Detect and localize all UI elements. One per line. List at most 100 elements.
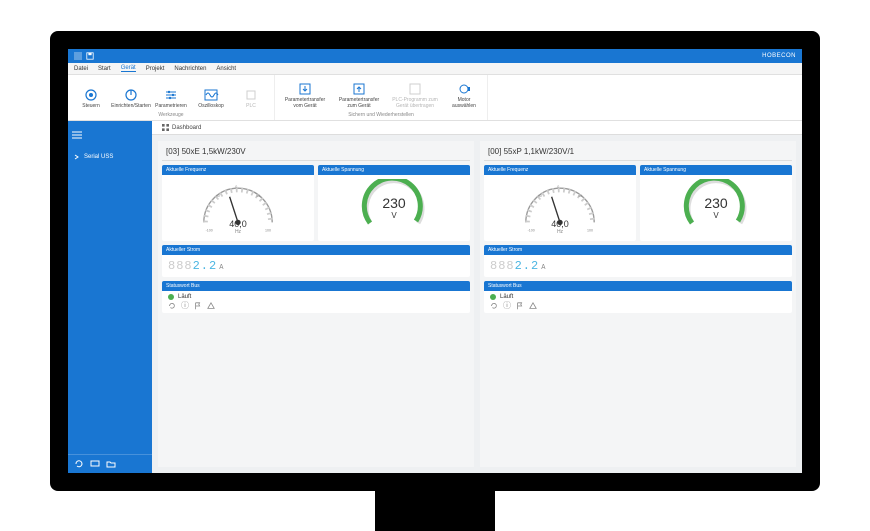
info-icon: ⓘ <box>181 302 189 310</box>
main: Dashboard [03] 50xE 1,5kW/230V Aktuelle … <box>152 121 802 473</box>
current-card: Aktueller Strom 8882.2A <box>484 245 792 277</box>
voltage-card: Aktuelle Spannung 230 <box>318 165 470 241</box>
svg-text:0: 0 <box>235 185 237 189</box>
card-header: Aktueller Strom <box>484 245 792 255</box>
voltage-card: Aktuelle Spannung 230 <box>640 165 792 241</box>
tabbar: Dashboard <box>152 121 802 135</box>
einrichten-button[interactable]: Einrichten/Starten <box>112 85 150 112</box>
warning-icon <box>207 302 215 310</box>
motor-icon <box>456 81 472 97</box>
svg-text:-100: -100 <box>528 228 535 232</box>
folder-icon[interactable] <box>106 459 116 469</box>
titlebar-left <box>74 52 94 60</box>
power-icon <box>123 87 139 103</box>
frequency-gauge: -100 100 0 -40 40 40,0 Hz <box>193 179 283 237</box>
status-icons: ⓘ <box>168 302 215 310</box>
titlebar: HOBECON <box>68 49 802 63</box>
menu-ansicht[interactable]: Ansicht <box>216 66 236 72</box>
menu-geraet[interactable]: Gerät <box>121 65 136 72</box>
warning-icon <box>529 302 537 310</box>
frequency-value: 40,0 <box>551 219 569 229</box>
motor-select-button[interactable]: Motor auswählen <box>445 79 483 111</box>
svg-text:-100: -100 <box>206 228 213 232</box>
current-display: 8882.2A <box>168 259 224 273</box>
card-header: Aktuelle Frequenz <box>484 165 636 175</box>
frequency-card: Aktuelle Frequenz -100 <box>484 165 636 241</box>
tab-label: Dashboard <box>172 125 201 131</box>
grid-icon <box>162 124 169 131</box>
card-header: Statuswort Bus <box>162 281 470 291</box>
current-card: Aktueller Strom 8882.2A <box>162 245 470 277</box>
frequency-unit: Hz <box>229 229 247 235</box>
svg-text:40: 40 <box>256 194 260 198</box>
menu-projekt[interactable]: Projekt <box>146 66 165 72</box>
parametrieren-button[interactable]: Parametrieren <box>152 85 190 112</box>
upload-icon <box>351 81 367 97</box>
tab-dashboard[interactable]: Dashboard <box>156 124 207 131</box>
plc-to-device-button[interactable]: PLC-Programm zum Gerät übertragen <box>387 79 443 111</box>
menu-icon[interactable] <box>72 131 82 139</box>
voltage-gauge: 230 V <box>676 179 756 235</box>
menu-nachrichten[interactable]: Nachrichten <box>174 66 206 72</box>
info-icon: ⓘ <box>503 302 511 310</box>
flag-icon <box>194 302 202 310</box>
status-card: Statuswort Bus Läuft ⓘ <box>484 281 792 313</box>
frequency-value: 40,0 <box>229 219 247 229</box>
sidebar-bottom <box>68 454 152 473</box>
ribbon-group-label-2: Sichern und Wiederherstellen <box>348 112 414 118</box>
device-icon[interactable] <box>90 459 100 469</box>
card-header: Aktueller Strom <box>162 245 470 255</box>
svg-text:100: 100 <box>587 228 593 232</box>
rotate-icon <box>490 302 498 310</box>
card-header: Statuswort Bus <box>484 281 792 291</box>
status-card: Statuswort Bus Läuft ⓘ <box>162 281 470 313</box>
panel-title: [03] 50xE 1,5kW/230V <box>162 145 470 161</box>
menu-datei[interactable]: Datei <box>74 66 88 72</box>
status-dot-icon <box>168 294 174 300</box>
ribbon-group-werkzeuge: Steuern Einrichten/Starten Parametrieren… <box>68 75 275 120</box>
plc-button[interactable]: PLC <box>232 85 270 112</box>
download-icon <box>297 81 313 97</box>
panel-title: [00] 55xP 1,1kW/230V/1 <box>484 145 792 161</box>
svg-text:-40: -40 <box>215 194 220 198</box>
app-title: HOBECON <box>762 53 796 59</box>
frequency-card: Aktuelle Frequenz -100 <box>162 165 314 241</box>
frequency-gauge: -100 100 0 -40 40 40,0 Hz <box>515 179 605 237</box>
ribbon-group-sichern: Parametertransfer vom Gerät Parametertra… <box>275 75 488 120</box>
steuern-button[interactable]: Steuern <box>72 85 110 112</box>
dashboard: [03] 50xE 1,5kW/230V Aktuelle Frequenz <box>152 135 802 473</box>
status-text: Läuft <box>178 294 191 300</box>
svg-text:40: 40 <box>578 194 582 198</box>
status-icons: ⓘ <box>490 302 537 310</box>
chip-icon <box>243 87 259 103</box>
ribbon: Steuern Einrichten/Starten Parametrieren… <box>68 75 802 121</box>
card-header: Aktuelle Spannung <box>640 165 792 175</box>
ribbon-group-label: Werkzeuge <box>158 112 183 118</box>
oszilloskop-button[interactable]: Oszilloskop <box>192 85 230 112</box>
svg-text:0: 0 <box>557 185 559 189</box>
svg-text:100: 100 <box>265 228 271 232</box>
card-header: Aktuelle Frequenz <box>162 165 314 175</box>
device-panel-0: [03] 50xE 1,5kW/230V Aktuelle Frequenz <box>158 141 474 467</box>
wave-icon <box>203 87 219 103</box>
transfer-icon <box>407 81 423 97</box>
sliders-icon <box>163 87 179 103</box>
save-icon[interactable] <box>86 52 94 60</box>
refresh-icon[interactable] <box>74 459 84 469</box>
sidebar: Serial USS <box>68 121 152 473</box>
chevron-right-icon <box>74 154 80 160</box>
monitor-stand <box>375 491 495 531</box>
card-header: Aktuelle Spannung <box>318 165 470 175</box>
menu-start[interactable]: Start <box>98 66 111 72</box>
param-from-device-button[interactable]: Parametertransfer vom Gerät <box>279 79 331 111</box>
status-dot-icon <box>490 294 496 300</box>
frequency-unit: Hz <box>551 229 569 235</box>
svg-text:-40: -40 <box>537 194 542 198</box>
sidebar-item-serial[interactable]: Serial USS <box>72 151 148 163</box>
current-display: 8882.2A <box>490 259 546 273</box>
device-panel-1: [00] 55xP 1,1kW/230V/1 Aktuelle Frequenz <box>480 141 796 467</box>
voltage-gauge: 230 V <box>354 179 434 235</box>
gear-icon <box>83 87 99 103</box>
param-to-device-button[interactable]: Parametertransfer zum Gerät <box>333 79 385 111</box>
app-icon <box>74 52 82 60</box>
